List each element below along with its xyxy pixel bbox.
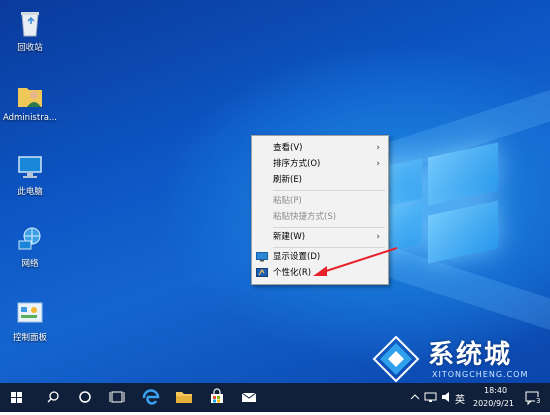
- control-panel-icon: [15, 298, 45, 328]
- menu-item-view[interactable]: 查看(V) ›: [252, 140, 388, 156]
- watermark-text: 系统城: [428, 340, 513, 370]
- volume-icon[interactable]: [440, 383, 454, 412]
- recycle-bin-icon: [15, 8, 45, 38]
- watermark-logo-icon: [372, 335, 420, 383]
- clock-date[interactable]: 2020/9/21: [473, 399, 514, 408]
- file-explorer-icon[interactable]: [169, 383, 199, 412]
- menu-item-label: 粘贴(P): [273, 196, 302, 206]
- start-icon[interactable]: [2, 383, 32, 412]
- desktop-icon-label: 网络: [21, 259, 39, 269]
- menu-item-sort-by[interactable]: 排序方式(O) ›: [252, 156, 388, 172]
- chevron-right-icon: ›: [376, 232, 380, 242]
- menu-item-refresh[interactable]: 刷新(E): [252, 172, 388, 188]
- taskbar: 英 18:40 2020/9/21 3: [0, 383, 550, 412]
- desktop-icon-label: 控制面板: [12, 333, 47, 343]
- menu-item-label: 新建(W): [273, 232, 306, 242]
- display-settings-icon: [256, 252, 268, 262]
- notification-center-icon[interactable]: 3: [518, 383, 548, 412]
- cortana-icon[interactable]: [70, 383, 100, 412]
- menu-item-label: 查看(V): [273, 143, 303, 153]
- desktop-icon-administrator[interactable]: Administra...: [0, 80, 60, 123]
- network-icon: [15, 224, 45, 254]
- annotation-arrow: [313, 247, 398, 276]
- this-pc-icon: [15, 152, 45, 182]
- task-view-icon[interactable]: [102, 383, 132, 412]
- chevron-right-icon: ›: [376, 143, 380, 153]
- menu-item-label: 粘贴快捷方式(S): [273, 212, 337, 222]
- desktop-icon-label: Administra...: [2, 113, 58, 123]
- menu-item-new[interactable]: 新建(W) ›: [252, 229, 388, 245]
- menu-item-label: 刷新(E): [273, 175, 303, 185]
- desktop[interactable]: 回收站 Administra... 此电脑 网络 控制面板 查看(V) › 排序…: [0, 0, 550, 383]
- mail-icon[interactable]: [234, 383, 264, 412]
- menu-item-label: 排序方式(O): [273, 159, 321, 169]
- menu-separator: [273, 190, 385, 191]
- store-icon[interactable]: [202, 383, 232, 412]
- search-icon[interactable]: [38, 383, 68, 412]
- desktop-icon-recycle-bin[interactable]: 回收站: [0, 8, 60, 53]
- notification-count-badge: 3: [535, 397, 542, 405]
- user-folder-icon: [15, 80, 45, 110]
- menu-item-paste-shortcut[interactable]: 粘贴快捷方式(S): [252, 209, 388, 225]
- chevron-right-icon: ›: [376, 159, 380, 169]
- desktop-icon-this-pc[interactable]: 此电脑: [0, 152, 60, 197]
- input-method-indicator[interactable]: 英: [455, 391, 465, 406]
- chevron-up-icon[interactable]: [408, 383, 422, 412]
- menu-separator: [273, 227, 385, 228]
- network-tray-icon[interactable]: [424, 383, 438, 412]
- desktop-icon-label: 此电脑: [17, 187, 43, 197]
- desktop-icon-network[interactable]: 网络: [0, 224, 60, 269]
- edge-icon[interactable]: [136, 383, 166, 412]
- watermark-subtext: XITONGCHENG.COM: [432, 370, 529, 379]
- watermark: 系统城 XITONGCHENG.COM: [370, 333, 550, 383]
- clock-time[interactable]: 18:40: [484, 386, 507, 395]
- desktop-icon-control-panel[interactable]: 控制面板: [0, 298, 60, 343]
- menu-item-paste[interactable]: 粘贴(P): [252, 193, 388, 209]
- desktop-icon-label: 回收站: [17, 43, 43, 53]
- personalize-icon: [256, 268, 268, 278]
